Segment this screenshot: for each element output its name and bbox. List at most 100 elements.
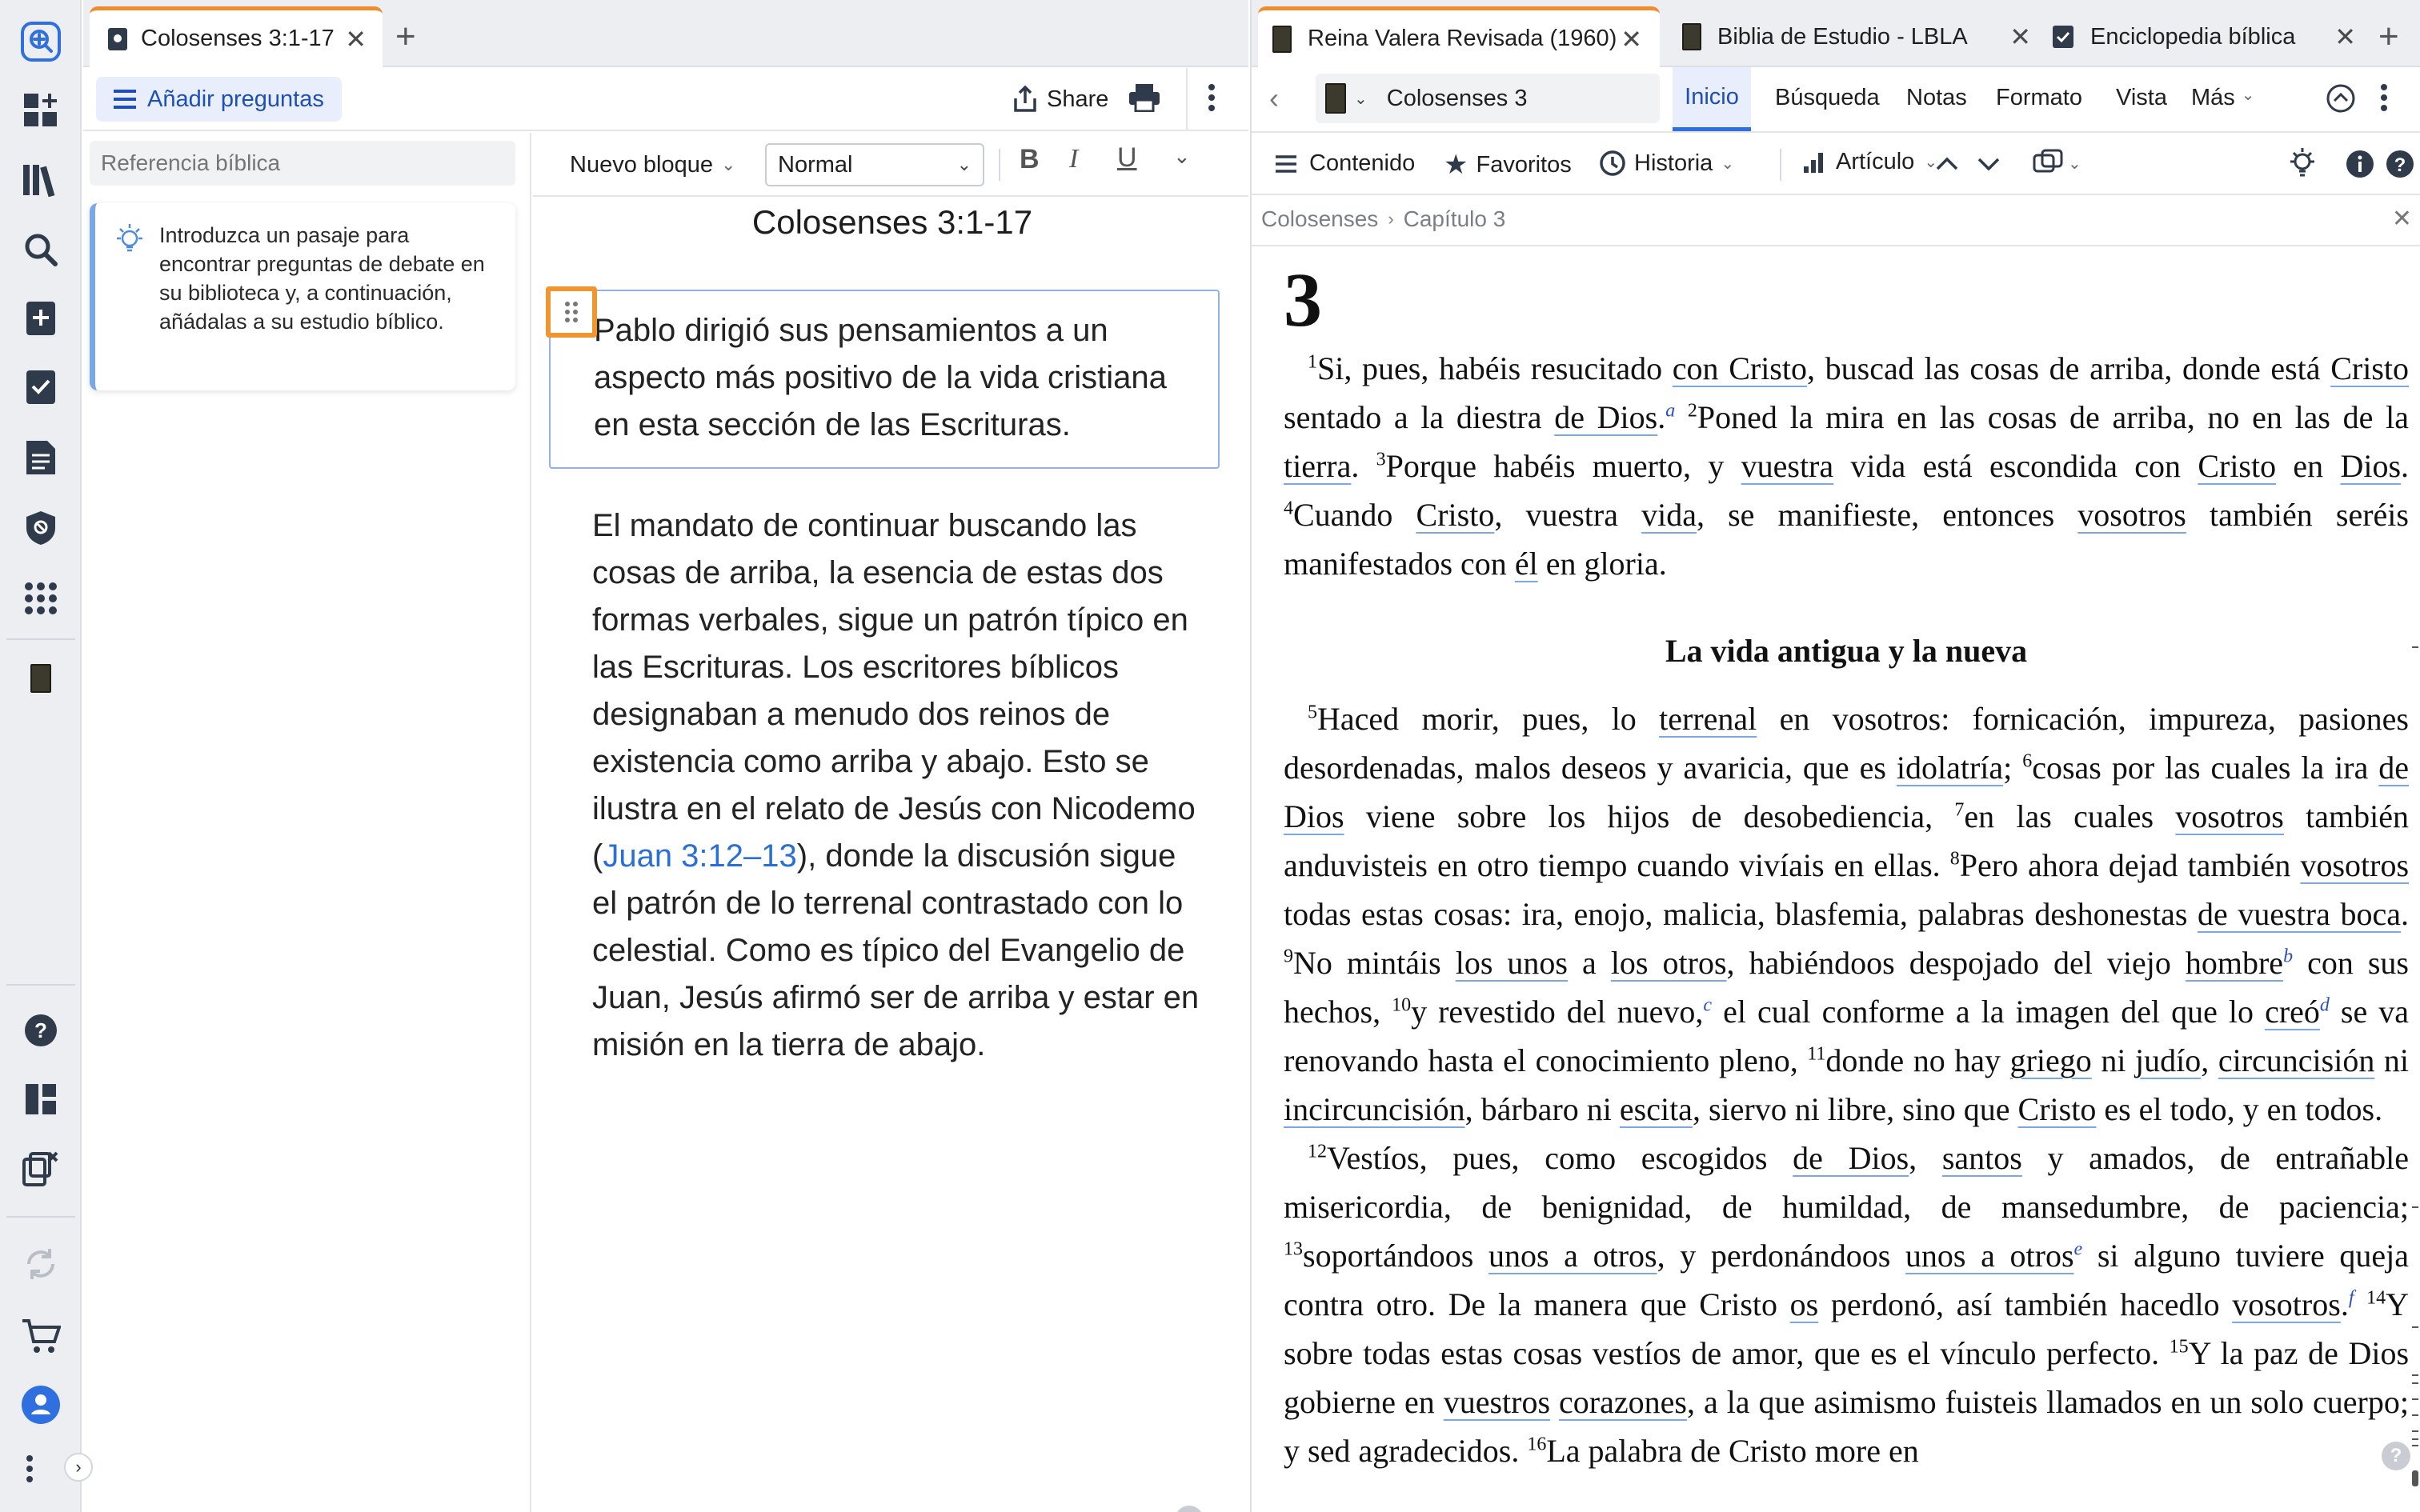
block-type-dropdown[interactable]: Nuevo bloque ⌄ [570,144,735,186]
verse-text[interactable]: escita [1620,1091,1693,1127]
add-tab-button[interactable]: + [2378,6,2418,67]
tab-enciclopedia[interactable]: Enciclopedia bíblica ✕ [2041,6,2359,67]
scripture-link[interactable]: Juan 3:12–13 [603,838,796,874]
text-block-2[interactable]: El mandato de continuar buscando las cos… [592,502,1224,1069]
library-icon[interactable] [18,157,63,202]
close-icon[interactable]: ✕ [1621,24,1642,54]
verse-text[interactable]: Dios [2340,448,2401,484]
next-arrow-icon[interactable] [1975,150,2002,178]
bold-button[interactable]: B [1020,144,1040,175]
linked-panels-button[interactable]: ⌄ [2033,149,2081,178]
article-button[interactable]: Artículo ⌄ [1802,149,1937,175]
text-block-1[interactable]: Pablo dirigió sus pensamientos a un aspe… [549,290,1220,469]
help-icon[interactable]: ? [2385,149,2415,179]
shield-icon[interactable] [18,506,63,550]
verse-text[interactable]: de Dios [1793,1140,1909,1176]
close-icon[interactable]: ✕ [2334,22,2356,52]
verse-text[interactable]: unos a otros [1488,1238,1657,1274]
tab-reina-valera[interactable]: Reina Valera Revisada (1960) ✕ [1258,6,1660,67]
logos-home-icon[interactable] [18,19,63,64]
lightbulb-icon[interactable] [2287,146,2318,181]
reference-input[interactable] [90,141,515,186]
verse-text[interactable]: judío [2135,1042,2201,1078]
verse-text[interactable]: os [1790,1286,1819,1322]
verse-text[interactable]: vuestra [1741,448,1834,484]
more-format-icon[interactable]: ⌄ [1173,144,1191,169]
more-vertical-icon[interactable] [2380,83,2388,112]
breadcrumb-book[interactable]: Colosenses [1261,206,1378,232]
apps-grid-icon[interactable] [18,576,63,621]
verse-text[interactable]: hombre [2186,945,2283,981]
close-icon[interactable]: ✕ [2392,205,2412,233]
verse-text[interactable]: vosotros [2175,798,2284,834]
cart-icon[interactable] [18,1314,63,1358]
dashboard-add-icon[interactable] [18,88,63,133]
bible-add-icon[interactable] [18,296,63,341]
footnote-e[interactable]: e [2074,1239,2083,1260]
footnote-c[interactable]: c [1703,995,1712,1016]
menu-busqueda[interactable]: Búsqueda [1775,85,1880,111]
verse-text[interactable]: Cristo [2330,350,2409,386]
tab-study[interactable]: Colosenses 3:1-17 ✕ [90,6,383,67]
close-panels-icon[interactable] [18,1146,63,1190]
layout-icon[interactable] [18,1077,63,1122]
info-icon[interactable] [2345,149,2375,179]
account-avatar-icon[interactable] [18,1382,63,1427]
add-tab-button[interactable]: + [395,6,435,67]
verse-text[interactable]: tierra [1284,448,1351,484]
verse-text[interactable]: de Dios [1554,399,1657,435]
verse-text[interactable]: Cristo [1416,497,1495,533]
menu-notas[interactable]: Notas [1906,85,1967,111]
verse-text[interactable]: unos a otros [1905,1238,2074,1274]
footnote-a[interactable]: a [1665,401,1675,422]
close-icon[interactable]: ✕ [2009,22,2031,52]
reference-box[interactable]: ⌄ Colosenses 3 [1316,74,1660,123]
verse-text[interactable]: incircuncisión [1284,1091,1465,1127]
verse-text[interactable]: Cristo [2198,448,2276,484]
verse-text[interactable]: vosotros [2232,1286,2341,1322]
add-questions-button[interactable]: Añadir preguntas [96,77,342,122]
previous-arrow-icon[interactable] [1933,150,1961,178]
underline-button[interactable]: U [1117,142,1137,174]
history-button[interactable]: Historia ⌄ [1597,149,1734,178]
verse-text[interactable]: circuncisión [2218,1042,2375,1078]
contents-button[interactable]: Contenido [1274,150,1415,177]
tab-biblia-estudio[interactable]: Biblia de Estudio - LBLA ✕ [1671,6,2034,67]
verse-text[interactable]: vosotros [2077,497,2186,533]
print-icon[interactable] [1128,83,1160,112]
verse-text[interactable]: corazones [1559,1384,1687,1420]
back-arrow-icon[interactable]: ‹ [1269,82,1279,115]
search-icon[interactable] [18,227,63,272]
verse-text[interactable]: vida [1641,497,1697,533]
verse-text[interactable]: Cristo [2018,1091,2097,1127]
menu-vista[interactable]: Vista [2116,85,2167,111]
menu-mas[interactable]: Más ⌄ [2191,85,2255,111]
collapse-icon[interactable] [2326,83,2356,114]
verse-text[interactable]: griego [2010,1042,2092,1078]
verse-text[interactable]: santos [1942,1140,2022,1176]
verse-text[interactable]: de vuestra boca [2198,896,2401,932]
footnote-b[interactable]: b [2283,946,2293,967]
help-icon[interactable]: ? [2382,1442,2410,1470]
recent-book-icon[interactable] [18,656,63,701]
verse-text[interactable]: él [1515,546,1538,582]
verse-text[interactable]: creó [2265,994,2320,1030]
verse-text[interactable]: los unos [1456,945,1568,981]
document-icon[interactable] [18,435,63,480]
more-vertical-icon[interactable] [1208,83,1216,112]
sync-icon[interactable] [18,1242,63,1286]
favorites-button[interactable]: ★ Favoritos [1444,149,1572,181]
help-icon[interactable]: ? [1175,1506,1204,1512]
breadcrumb-chapter[interactable]: Capítulo 3 [1404,206,1506,232]
style-select[interactable]: Normal ⌄ [765,143,984,186]
italic-button[interactable]: I [1069,144,1078,174]
drag-handle[interactable] [546,286,597,338]
verse-text[interactable]: vosotros [2300,847,2409,883]
reader-scrollbar[interactable] [2401,262,2420,1510]
help-icon[interactable]: ? [18,1008,63,1053]
share-button[interactable]: Share [1013,78,1108,120]
close-icon[interactable]: ✕ [345,24,367,54]
verse-text[interactable]: los otros [1611,945,1727,981]
verse-text[interactable]: terrenal [1659,701,1757,737]
more-vertical-icon[interactable] [18,1446,42,1491]
